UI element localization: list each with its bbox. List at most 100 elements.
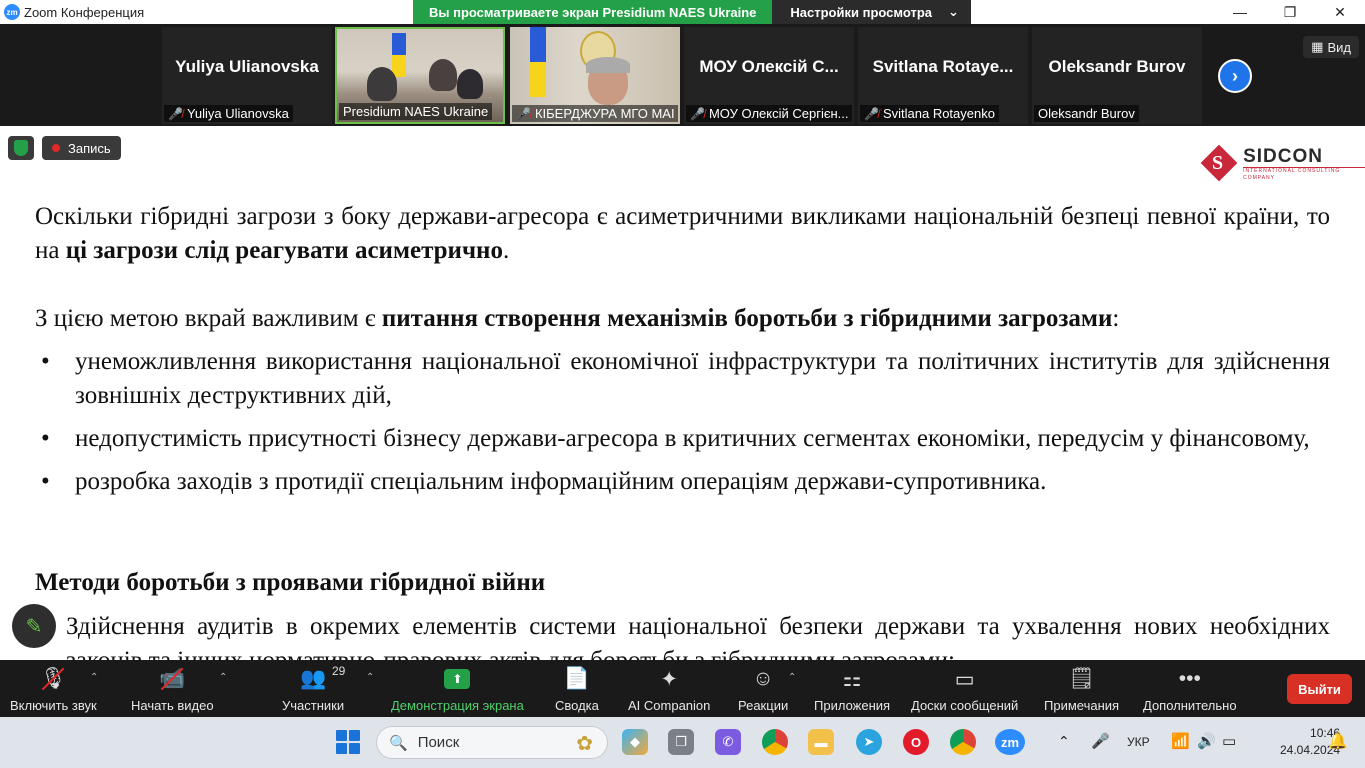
wifi-icon[interactable]: 📶 [1171,732,1190,750]
search-icon: 🔍 [389,734,408,752]
reactions-button[interactable]: ☺ Реакции [738,666,788,713]
smiley-icon: ☺ [752,667,774,690]
zoom-logo-icon: zm [4,4,20,20]
chevron-up-icon[interactable]: ⌃ [1058,733,1070,750]
close-button[interactable]: ✕ [1315,0,1365,24]
text-run: : [1112,305,1120,332]
windows-taskbar: 🔍 Поиск ✿ ◆ ❐ ✆ ▬ ➤ O zm ⌃ 🎤 УКР 📶 🔊 ▭ 1… [0,717,1365,768]
whiteboard-icon: ▭ [954,667,975,691]
flower-icon: ✿ [576,733,593,755]
text-run: З цією метою вкрай важливим є [35,305,382,332]
zoom-taskbar-icon[interactable]: zm [995,729,1025,755]
participants-count: 29 [331,664,346,678]
annotate-pen-button[interactable]: ✎ [12,604,56,648]
apps-button[interactable]: ⚏ Приложения [814,666,891,714]
participant-name-large: МОУ Олексій С... [699,57,839,76]
participant-label: 🎤̸ МОУ Олексій Сергієн... [686,105,852,122]
microphone-icon[interactable]: 🎤 [1091,732,1110,750]
slide-paragraph-1: Оскільки гібридні загрози з боку держави… [35,200,1330,268]
video-tile-active[interactable]: Presidium NAES Ukraine [335,27,505,124]
file-explorer-icon[interactable]: ▬ [808,729,834,755]
security-shield-icon[interactable] [8,136,34,160]
notes-button[interactable]: 🗒 Примечания [1044,666,1119,713]
minimize-button[interactable]: — [1215,0,1265,24]
slide-paragraph-2: З цією метою вкрай важливим є питання ст… [35,302,1330,336]
camera-off-icon: 📹 [159,667,186,690]
summary-button[interactable]: 📄 Сводка [555,666,599,713]
logo-subtitle: INTERNATIONAL CONSULTING COMPANY [1243,166,1365,182]
mic-muted-icon: 🎤̸ [690,106,705,121]
bullet-list: унеможливлення використання національної… [35,345,1330,508]
text-run: . [502,237,510,264]
whiteboards-button[interactable]: ▭ Доски сообщений [911,666,1019,714]
start-video-label: Начать видео [131,698,214,713]
meeting-toolbar: 🎙 Включить звук ⌃ 📹 Начать видео ⌃ 👥 29 У… [0,660,1365,717]
participant-name-large: Yuliya Ulianovska [175,57,319,76]
list-item: розробка заходів з протидії спеціальним … [35,465,1330,499]
video-tile[interactable]: Yuliya Ulianovska 🎤̸ Yuliya Ulianovska [162,27,332,124]
video-tile[interactable]: МОУ Олексій С... 🎤̸ МОУ Олексій Сергієн.… [684,27,854,124]
logo-name: SIDCON [1243,145,1323,167]
participant-label-text: Yuliya Ulianovska [186,106,289,121]
mic-muted-icon: 🎤̸ [168,106,183,121]
window-title: Zoom Конференция [24,4,145,20]
participants-button[interactable]: 👥 29 Участники [282,664,346,713]
share-banner-text: Вы просматриваете экран Presidium NAES U… [413,0,773,24]
windows-start-icon[interactable] [336,730,360,754]
task-view-icon[interactable]: ❐ [668,729,694,755]
view-button[interactable]: ▦ Вид [1303,36,1359,58]
video-tile[interactable]: Oleksandr Burov Oleksandr Burov [1032,27,1202,124]
battery-icon[interactable]: ▭ [1222,732,1236,750]
reactions-label: Реакции [738,698,789,713]
text-run-bold: питання створення механізмів боротьби з … [381,305,1113,332]
mic-off-icon: 🎙 [40,667,67,690]
viber-icon[interactable]: ✆ [715,729,741,755]
search-placeholder: Поиск [417,734,460,751]
share-screen-label: Демонстрация экрана [391,698,524,713]
copilot-icon[interactable]: ◆ [622,729,648,755]
chevron-up-icon[interactable]: ⌃ [788,672,796,683]
chevron-up-icon[interactable]: ⌃ [90,672,98,683]
chrome-profile-icon[interactable] [950,729,976,755]
notification-bell-icon[interactable]: 🔔 [1328,731,1348,751]
pen-icon: ✎ [25,615,43,638]
ai-companion-button[interactable]: ✦ AI Companion [628,666,710,714]
chevron-up-icon[interactable]: ⌃ [219,672,227,683]
participant-label-text: Svitlana Rotayenko [882,106,995,121]
more-button[interactable]: ••• Дополнительно [1143,666,1237,713]
participant-name-large: Oleksandr Burov [1048,57,1186,76]
leave-button[interactable]: Выйти [1287,674,1352,704]
recording-badge[interactable]: Запись [42,136,121,160]
video-tile[interactable]: Svitlana Rotaye... 🎤̸ Svitlana Rotayenko [858,27,1028,124]
chevron-up-icon[interactable]: ⌃ [366,672,374,683]
notes-label: Примечания [1044,698,1120,713]
whiteboards-label: Доски сообщений [911,698,1019,713]
recording-label: Запись [68,140,111,156]
opera-icon[interactable]: O [903,729,929,755]
start-video-button[interactable]: 📹 Начать видео [131,666,214,713]
participant-label: Presidium NAES Ukraine [339,103,493,120]
next-page-button[interactable]: › [1218,59,1252,93]
apps-icon: ⚏ [842,667,862,691]
view-settings-label: Настройки просмотра [790,4,932,20]
view-settings-button[interactable]: Настройки просмотра ⌄ [772,0,971,24]
maximize-button[interactable]: ❐ [1265,0,1315,24]
language-indicator[interactable]: УКР [1127,735,1150,749]
volume-icon[interactable]: 🔊 [1197,732,1216,750]
text-run-bold: ці загрози слід реагувати асиметрично [65,237,503,264]
unmute-button[interactable]: 🎙 Включить звук [10,666,97,713]
video-strip: Yuliya Ulianovska 🎤̸ Yuliya Ulianovska P… [0,24,1365,126]
person-figure [429,59,457,91]
chevron-right-icon: › [1232,65,1238,86]
apps-label: Приложения [814,698,891,713]
video-tile[interactable]: 🎤̸ КІБЕРДЖУРА МГО МАІ [510,27,680,124]
participants-icon: 👥 29 [299,664,346,690]
view-label: Вид [1327,39,1351,55]
chrome-icon[interactable] [762,729,788,755]
sidcon-mark-icon [1200,144,1237,184]
taskbar-search[interactable]: 🔍 Поиск ✿ [376,726,608,759]
person-figure [457,69,483,99]
participants-label: Участники [282,698,345,713]
telegram-icon[interactable]: ➤ [856,729,882,755]
share-screen-button[interactable]: ⬆ Демонстрация экрана [391,666,524,713]
